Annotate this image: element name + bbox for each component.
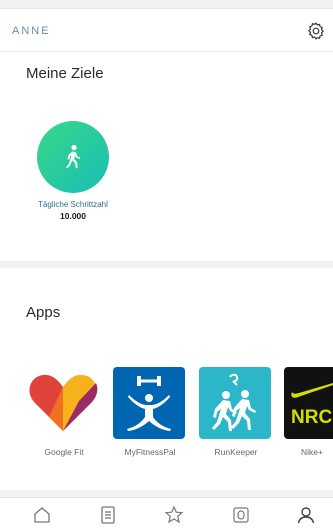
profile-name: ANNE [12,25,51,37]
gear-icon [308,22,324,40]
nike-mark: NRC [291,407,332,428]
app-label: Nike+ [301,447,323,457]
device-icon [233,507,249,523]
tab-journal[interactable] [96,503,120,527]
app-icon-tile [199,367,271,439]
app-icon-tile [27,367,99,439]
star-icon [164,505,184,524]
nike-swoosh-icon: NRC [291,383,333,428]
app-runkeeper[interactable]: RunKeeper [199,367,273,462]
app-label: MyFitnessPal [124,447,176,457]
google-fit-heart-icon [29,374,98,431]
app-icon-tile: NRC [284,367,333,439]
settings-button[interactable] [299,16,333,46]
home-icon [34,507,50,523]
goals-title: Meine Ziele [26,65,104,82]
goal-daily-steps[interactable]: Tägliche Schrittzahl 10.000 [26,118,126,228]
walking-person-icon [66,144,81,169]
bottom-tab-bar [0,497,333,529]
goal-circle [37,121,109,193]
profile-icon [297,507,315,524]
profile-header: ANNE [0,8,333,52]
document-icon [101,506,115,524]
app-myfitnesspal[interactable]: MyFitnessPal [113,367,187,462]
myfitnesspal-figure-icon [127,376,171,431]
screen: ANNE Meine Ziele Tägliche Schrittzahl 10… [0,0,333,529]
goals-section: Meine Ziele Tägliche Schrittzahl 10.000 [0,52,333,261]
tab-profile[interactable] [294,503,318,527]
apps-title: Apps [26,304,61,321]
runkeeper-runners-icon [212,373,256,431]
goal-label: Tägliche Schrittzahl [38,200,108,209]
tab-device[interactable] [229,503,253,527]
app-icon-tile [113,367,185,439]
app-label: RunKeeper [214,447,258,457]
goal-value: 10.000 [60,211,86,221]
app-nike-plus[interactable]: NRC Nike+ [284,367,333,462]
apps-section: Apps Google Fit MyFitnessPal RunKeeper N… [0,268,333,490]
app-google-fit[interactable]: Google Fit [27,367,101,462]
tab-home[interactable] [30,503,54,527]
tab-favorites[interactable] [162,503,186,527]
app-label: Google Fit [44,447,84,457]
